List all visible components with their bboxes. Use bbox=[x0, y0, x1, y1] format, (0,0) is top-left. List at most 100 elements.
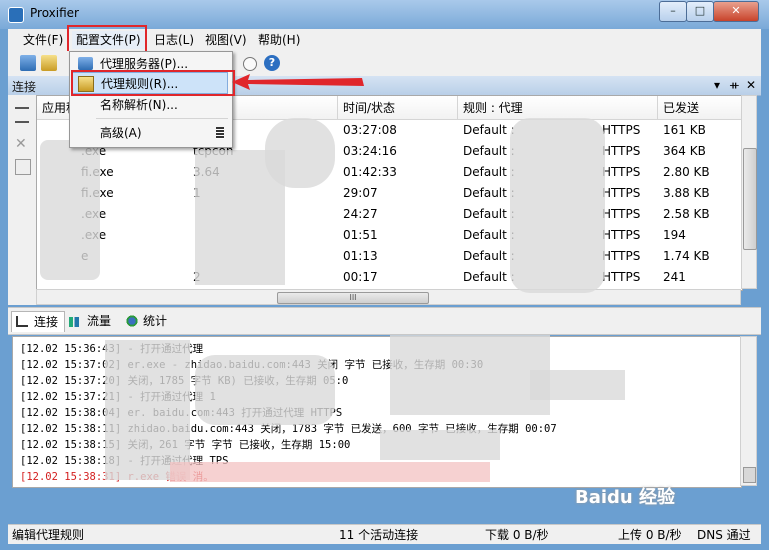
scroll-thumb[interactable] bbox=[743, 148, 757, 250]
menu-view[interactable]: 视图(V) bbox=[201, 31, 251, 49]
cell-time: 01:51 bbox=[343, 228, 378, 242]
cell-proxy: HTTPS bbox=[602, 249, 641, 263]
cell-rule: Default : bbox=[463, 123, 515, 137]
red-arrow-annotation bbox=[232, 74, 364, 90]
menu-highlight-annotation bbox=[67, 25, 147, 53]
menu-item-label: 高级(A) bbox=[100, 126, 142, 140]
blurred-region bbox=[390, 335, 550, 415]
table-row[interactable]: fi.exe3.6401:42:33Default :HTTPS2.80 KB bbox=[37, 162, 742, 183]
tab-traffic[interactable]: 流量 bbox=[65, 311, 117, 331]
upload-rate: 上传 0 B/秒 bbox=[618, 528, 682, 542]
dns-status: DNS 通过 bbox=[697, 528, 751, 542]
cell-time: 00:17 bbox=[343, 270, 378, 284]
cell-sent: 161 KB bbox=[663, 123, 706, 137]
cell-time: 03:24:16 bbox=[343, 144, 397, 158]
tab-connections[interactable]: 连接 bbox=[11, 311, 66, 332]
statistics-pie-icon bbox=[125, 315, 139, 327]
cell-proxy: HTTPS bbox=[602, 207, 641, 221]
pane-dropdown-icon[interactable]: ▾ bbox=[714, 78, 726, 92]
watermark: Baidu 经验 bbox=[575, 487, 676, 508]
log-vertical-scrollbar[interactable] bbox=[740, 336, 757, 486]
proxy-rules-highlight-annotation bbox=[71, 70, 235, 96]
window-title: Proxifier bbox=[30, 6, 79, 20]
connection-side-toolbar: ✕ bbox=[8, 95, 37, 305]
blurred-region bbox=[170, 462, 490, 482]
menu-separator bbox=[96, 118, 228, 119]
menu-item-name-resolution[interactable]: 名称解析(N)... bbox=[72, 94, 228, 116]
pane-close-icon[interactable]: ✕ bbox=[746, 78, 758, 92]
proxy-rules-tool-icon[interactable] bbox=[41, 55, 57, 71]
tab-label: 连接 bbox=[34, 315, 59, 329]
minimize-button[interactable]: – bbox=[659, 1, 687, 22]
scroll-grip: III bbox=[349, 293, 357, 302]
table-vertical-scrollbar[interactable] bbox=[741, 95, 757, 289]
menu-file[interactable]: 文件(F) bbox=[19, 31, 67, 49]
table-row[interactable]: .exe01:51Default :HTTPS194 bbox=[37, 225, 742, 246]
menu-item-advanced[interactable]: 高级(A) bbox=[72, 122, 228, 144]
status-message: 编辑代理规则 bbox=[12, 528, 85, 542]
maximize-button[interactable]: □ bbox=[686, 1, 714, 22]
menu-item-label: 名称解析(N)... bbox=[100, 98, 178, 112]
column-header-time[interactable]: 时间/状态 bbox=[338, 96, 458, 120]
cell-sent: 194 bbox=[663, 228, 686, 242]
cell-rule: Default : bbox=[463, 270, 515, 284]
table-horizontal-scrollbar[interactable]: III bbox=[36, 289, 741, 305]
blurred-region bbox=[195, 355, 335, 425]
cell-sent: 2.80 KB bbox=[663, 165, 710, 179]
bottom-tabs: 连接 流量 统计 bbox=[8, 307, 761, 335]
cell-rule: Default : bbox=[463, 249, 515, 263]
cell-sent: 2.58 KB bbox=[663, 207, 710, 221]
table-row[interactable]: e01:13Default :HTTPS1.74 KB bbox=[37, 246, 742, 267]
blurred-region bbox=[380, 430, 500, 460]
scroll-thumb[interactable]: III bbox=[277, 292, 429, 304]
close-connection-icon[interactable]: ✕ bbox=[15, 137, 29, 151]
blurred-region bbox=[105, 340, 190, 480]
cell-rule: Default : bbox=[463, 207, 515, 221]
cell-time: 29:07 bbox=[343, 186, 378, 200]
cell-sent: 364 KB bbox=[663, 144, 706, 158]
status-bar: 编辑代理规则 11 个活动连接 下载 0 B/秒 上传 0 B/秒 DNS 通过 bbox=[8, 524, 761, 544]
tab-statistics[interactable]: 统计 bbox=[121, 311, 173, 331]
cell-rule: Default : bbox=[463, 228, 515, 242]
proxy-servers-tool-icon[interactable] bbox=[20, 55, 36, 71]
pane-pin-icon[interactable]: ᚑ bbox=[730, 78, 742, 92]
cell-proxy: HTTPS bbox=[602, 123, 641, 137]
traffic-chart-icon bbox=[69, 317, 83, 327]
tab-label: 流量 bbox=[87, 314, 112, 328]
submenu-icon bbox=[216, 127, 224, 139]
cell-proxy: HTTPS bbox=[602, 270, 641, 284]
blurred-region bbox=[40, 140, 100, 280]
connections-tab-icon bbox=[16, 316, 28, 327]
column-header-sent[interactable]: 已发送 bbox=[658, 96, 742, 120]
menu-help[interactable]: 帮助(H) bbox=[254, 31, 304, 49]
options-icon[interactable] bbox=[243, 57, 257, 71]
cell-proxy: HTTPS bbox=[602, 144, 641, 158]
pane-title: 连接 bbox=[12, 80, 37, 94]
cell-time: 24:27 bbox=[343, 207, 378, 221]
profile-dropdown-menu: 代理服务器(P)... 代理规则(R)... 名称解析(N)... 高级(A) bbox=[69, 51, 233, 148]
help-icon[interactable]: ? bbox=[264, 55, 280, 71]
cell-sent: 3.88 KB bbox=[663, 186, 710, 200]
download-rate: 下载 0 B/秒 bbox=[485, 528, 549, 542]
cell-sent: 241 bbox=[663, 270, 686, 284]
tab-label: 统计 bbox=[143, 314, 168, 328]
menu-log[interactable]: 日志(L) bbox=[150, 31, 198, 49]
column-header-rule[interactable]: 规则 : 代理 bbox=[458, 96, 658, 120]
cell-proxy: HTTPS bbox=[602, 228, 641, 242]
proxy-servers-icon bbox=[78, 57, 93, 70]
blurred-region bbox=[530, 370, 625, 400]
cell-rule: Default : bbox=[463, 186, 515, 200]
table-row[interactable]: 200:17Default :HTTPS241 bbox=[37, 267, 742, 288]
blurred-region bbox=[265, 118, 335, 188]
cell-time: 03:27:08 bbox=[343, 123, 397, 137]
cell-time: 01:42:33 bbox=[343, 165, 397, 179]
connection-details-icon[interactable] bbox=[15, 159, 31, 175]
cell-proxy: HTTPS bbox=[602, 165, 641, 179]
close-button[interactable]: ✕ bbox=[713, 1, 759, 22]
cell-rule: Default : bbox=[463, 165, 515, 179]
cell-time: 01:13 bbox=[343, 249, 378, 263]
scroll-thumb[interactable] bbox=[743, 467, 756, 483]
table-row[interactable]: .exe24:27Default :HTTPS2.58 KB bbox=[37, 204, 742, 225]
list-view-icon[interactable] bbox=[15, 107, 29, 123]
table-row[interactable]: fi.exe129:07Default :HTTPS3.88 KB bbox=[37, 183, 742, 204]
